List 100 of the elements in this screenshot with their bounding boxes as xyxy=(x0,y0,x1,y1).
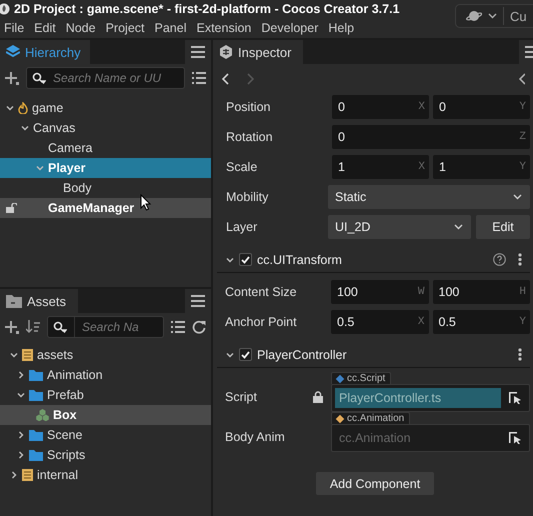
mouse-cursor-icon xyxy=(140,194,152,211)
number-field[interactable]: 1 Y xyxy=(433,155,530,179)
flame-icon xyxy=(18,102,28,114)
property-label: Script xyxy=(225,390,258,404)
tree-item[interactable]: Body xyxy=(0,178,211,198)
property-label: Anchor Point xyxy=(225,315,298,329)
panel-tab[interactable]: Inspector xyxy=(213,40,303,64)
chevron-right-icon[interactable] xyxy=(17,451,25,459)
axis-label: X xyxy=(418,161,425,173)
dropdown[interactable]: UI_2D xyxy=(328,215,471,239)
window-title: 2D Project : game.scene* - first-2d-platform - Cocos Creator 3.7.1 xyxy=(14,2,400,16)
number-field[interactable]: 100 W xyxy=(331,280,428,304)
search-icon[interactable] xyxy=(53,321,67,333)
menu-item[interactable]: Panel xyxy=(154,21,186,35)
chevron-down-icon[interactable] xyxy=(6,104,14,112)
dropdown[interactable]: Static xyxy=(328,185,530,209)
more-icon[interactable] xyxy=(518,348,522,361)
search-field[interactable]: Search Na xyxy=(47,316,164,338)
chevron-down-icon xyxy=(488,13,497,19)
menu-item[interactable]: Help xyxy=(328,21,354,35)
tree-item[interactable]: assets xyxy=(0,345,211,365)
tree-item[interactable]: Player xyxy=(0,158,211,178)
unlock-icon[interactable] xyxy=(5,203,17,213)
tree-item[interactable]: Box xyxy=(0,405,211,425)
chevron-down-icon[interactable] xyxy=(226,256,234,264)
chevron-down-icon[interactable] xyxy=(226,350,234,358)
checkbox[interactable] xyxy=(239,348,252,361)
folder-icon xyxy=(6,294,22,308)
menu-item[interactable]: Developer xyxy=(261,21,318,35)
tree-item[interactable]: Animation xyxy=(0,365,211,385)
chevron-right-icon[interactable] xyxy=(17,431,25,439)
panel-tab[interactable]: Hierarchy xyxy=(0,40,90,64)
number-field[interactable]: 1 X xyxy=(332,155,429,179)
menu-item[interactable]: Extension xyxy=(196,21,252,35)
number-field[interactable]: 0.5 X xyxy=(331,310,428,334)
axis-label: Y xyxy=(519,101,526,113)
panel-tab[interactable]: Assets xyxy=(0,289,78,313)
menu-item[interactable]: Node xyxy=(66,21,96,35)
help-icon[interactable] xyxy=(493,253,506,266)
tree-item[interactable]: GameManager xyxy=(0,198,211,218)
list-icon[interactable] xyxy=(192,72,206,84)
number-field[interactable]: 100 H xyxy=(432,280,530,304)
chevron-right-icon[interactable] xyxy=(17,371,25,379)
tree-item[interactable]: Canvas xyxy=(0,118,211,138)
more-icon[interactable] xyxy=(518,253,522,266)
asset-placeholder: cc.Animation xyxy=(338,430,412,447)
type-tag: cc.Animation xyxy=(331,412,410,424)
menu-icon[interactable] xyxy=(191,46,205,58)
property-label: Position xyxy=(226,100,272,114)
tree-item[interactable]: Prefab xyxy=(0,385,211,405)
back-icon[interactable] xyxy=(221,73,229,85)
menu-icon[interactable] xyxy=(191,295,205,307)
add-component-button[interactable]: Add Component xyxy=(316,472,434,495)
prefab-icon xyxy=(36,409,49,421)
chevron-down-icon[interactable] xyxy=(21,124,29,132)
number-field[interactable]: 0 Z xyxy=(332,125,530,149)
tree-item[interactable]: Scene xyxy=(0,425,211,445)
component-title: cc.UITransform xyxy=(257,252,342,266)
number-field[interactable]: 0 Y xyxy=(433,95,530,119)
type-tag: cc.Script xyxy=(331,372,392,384)
folder-icon xyxy=(29,390,43,400)
number-field[interactable]: 0.5 Y xyxy=(432,310,530,334)
add-icon[interactable] xyxy=(5,71,19,85)
search-icon[interactable] xyxy=(32,72,46,84)
chevron-down-icon[interactable] xyxy=(17,391,25,399)
axis-label: Z xyxy=(519,131,526,143)
add-icon[interactable] xyxy=(5,320,19,334)
tree-item[interactable]: game xyxy=(0,98,211,118)
refresh-icon[interactable] xyxy=(192,320,206,334)
menu-item[interactable]: Edit xyxy=(34,21,56,35)
picker-icon[interactable] xyxy=(509,392,521,404)
list-icon[interactable] xyxy=(171,321,185,333)
axis-label: X xyxy=(418,101,425,113)
edit-button[interactable]: Edit xyxy=(476,215,530,239)
toolbar-button[interactable]: Cu xyxy=(455,4,533,28)
axis-label: H xyxy=(519,286,526,298)
checkbox[interactable] xyxy=(239,253,252,266)
sort-icon[interactable] xyxy=(26,320,40,334)
property-label: Layer xyxy=(226,220,258,234)
number-field[interactable]: 0 X xyxy=(332,95,429,119)
planet-icon xyxy=(466,9,482,23)
folder-icon xyxy=(29,450,43,460)
check-icon xyxy=(241,350,250,358)
search-field[interactable]: Search Name or UU xyxy=(26,67,185,89)
axis-label: W xyxy=(418,286,424,298)
chevron-right-icon[interactable] xyxy=(10,471,18,479)
menu-item[interactable]: File xyxy=(4,21,24,35)
tree-item[interactable]: internal xyxy=(0,465,211,485)
inspector-icon xyxy=(219,45,233,59)
picker-icon[interactable] xyxy=(509,432,521,444)
menu-item[interactable]: Project xyxy=(106,21,144,35)
database-icon xyxy=(22,349,33,361)
database-icon xyxy=(22,469,33,481)
component-title: PlayerController xyxy=(257,348,347,362)
check-icon xyxy=(241,256,250,264)
tree-item[interactable]: Camera xyxy=(0,138,211,158)
tree-item[interactable]: Scripts xyxy=(0,445,211,465)
axis-label: Y xyxy=(519,316,526,328)
chevron-down-icon[interactable] xyxy=(10,351,18,359)
layers-icon xyxy=(6,45,20,59)
